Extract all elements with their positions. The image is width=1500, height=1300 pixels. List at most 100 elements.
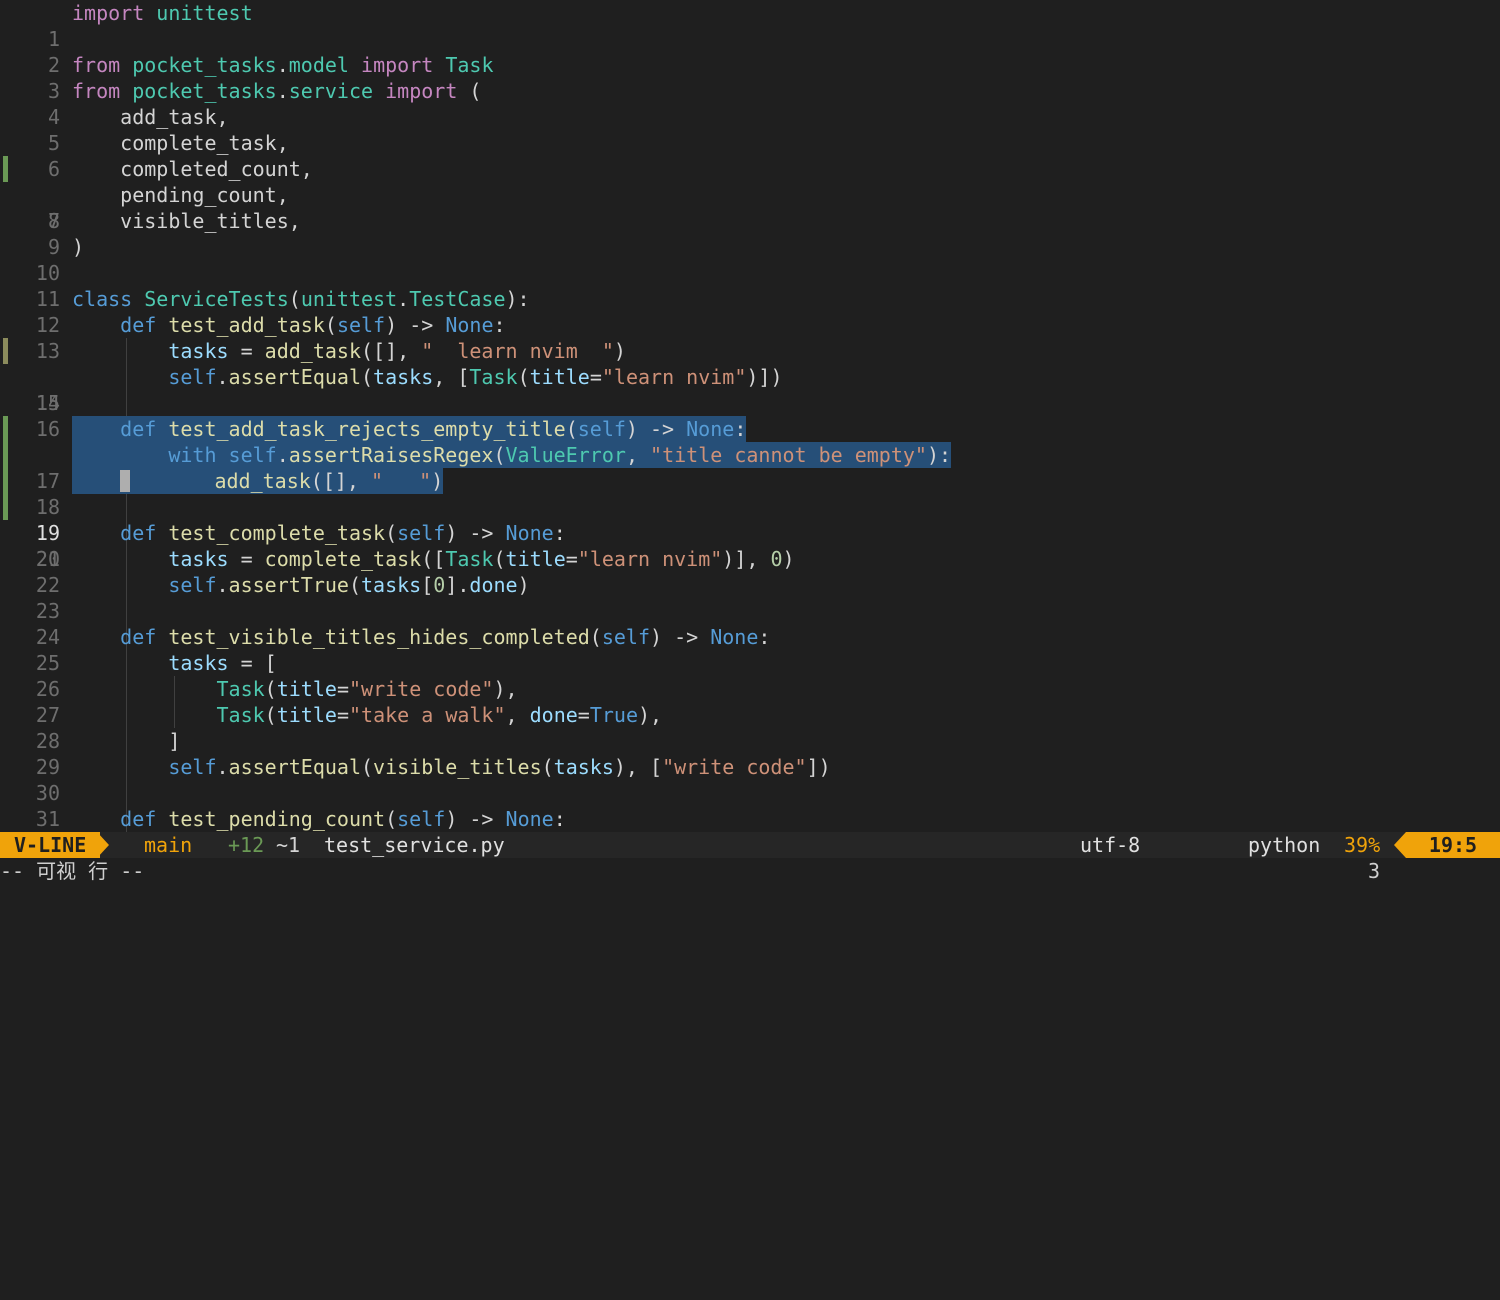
token-class: Task <box>216 677 265 701</box>
code-text[interactable]: tasks = [ <box>72 650 276 676</box>
token-punct: ) -> <box>625 417 675 441</box>
token-function: assertTrue <box>228 573 349 597</box>
mode-separator <box>97 832 109 858</box>
token-keyword: import <box>361 53 434 77</box>
code-line-current[interactable]: 19 add_task([], " ") <box>0 468 1500 545</box>
code-text[interactable]: add_task, <box>72 104 228 130</box>
editor-pane[interactable]: 1 import unittest 2 3 from pocket_tasks.… <box>0 0 1500 832</box>
code-line[interactable]: 27 Task(title="write code"), <box>0 676 1500 727</box>
code-text[interactable]: self.assertTrue(tasks[0].done) <box>72 572 529 598</box>
code-text[interactable]: complete_task, <box>72 130 289 156</box>
code-text[interactable]: ) <box>72 234 84 260</box>
code-line[interactable]: 30 self.assertEqual(visible_titles(tasks… <box>0 754 1500 805</box>
code-text[interactable]: completed_count, <box>72 156 313 182</box>
token-variable: tasks <box>168 651 229 675</box>
token-punct: : <box>553 807 566 831</box>
code-line[interactable]: 2 <box>0 26 1500 77</box>
code-text[interactable]: def test_visible_titles_hides_completed(… <box>72 624 770 650</box>
token-function: test_visible_titles_hides_completed <box>168 625 590 649</box>
token-constant: True <box>589 703 639 727</box>
code-line[interactable]: 4 from pocket_tasks.service import ( <box>0 78 1500 129</box>
git-branch-name[interactable]: main <box>144 832 192 858</box>
code-text[interactable]: self.assertEqual(tasks, [Task(title="lea… <box>72 364 783 390</box>
token-punct: : <box>734 417 747 441</box>
token-punct: ) <box>431 469 444 493</box>
code-text[interactable]: import unittest <box>72 0 253 26</box>
code-line[interactable]: 8 pending_count, <box>0 182 1500 233</box>
code-text[interactable]: def test_complete_task(self) -> None: <box>72 520 566 546</box>
token-kwarg: title <box>529 365 590 389</box>
code-line[interactable]: 12 class ServiceTests(unittest.TestCase)… <box>0 286 1500 337</box>
code-line[interactable]: 24 <box>0 598 1500 649</box>
code-line[interactable]: 9 visible_titles, <box>0 208 1500 259</box>
code-line[interactable]: 14 tasks = add_task([], " learn nvim ") <box>0 338 1500 415</box>
code-line[interactable]: 5 add_task, <box>0 104 1500 155</box>
git-added-sign <box>3 442 8 468</box>
code-text[interactable]: Task(title="take a walk", done=True), <box>72 702 663 728</box>
file-name[interactable]: test_service.py <box>324 832 505 858</box>
code-text[interactable]: visible_titles, <box>72 208 301 234</box>
token-punct: : <box>553 521 566 545</box>
code-line[interactable]: 31 <box>0 780 1500 831</box>
code-line[interactable]: 11 <box>0 260 1500 311</box>
code-text[interactable]: tasks = complete_task([Task(title="learn… <box>72 546 794 572</box>
code-line[interactable]: 15 self.assertEqual(tasks, [Task(title="… <box>0 364 1500 415</box>
token-punct: . <box>276 53 289 77</box>
token-punct: ( <box>324 313 337 337</box>
token-module: pocket_tasks <box>132 53 277 77</box>
code-line[interactable]: 32 def test_pending_count(self) -> None: <box>0 806 1500 832</box>
code-line[interactable]: 28 Task(title="take a walk", done=True), <box>0 702 1500 753</box>
code-text[interactable]: self.assertEqual(visible_titles(tasks), … <box>72 754 831 780</box>
filetype-label: python <box>1248 833 1321 857</box>
code-line[interactable]: 16 <box>0 390 1500 441</box>
visual-selection[interactable]: with self.assertRaisesRegex(ValueError, … <box>72 442 952 468</box>
code-text[interactable]: def test_add_task(self) -> None: <box>72 312 505 338</box>
code-line[interactable]: 22 tasks = complete_task([Task(title="le… <box>0 546 1500 597</box>
code-text[interactable]: from pocket_tasks.model import Task <box>72 52 494 78</box>
code-line[interactable]: 21 def test_complete_task(self) -> None: <box>0 520 1500 571</box>
statusline: V-LINE main +12 ~1 test_service.py utf-8… <box>0 832 1500 883</box>
code-line[interactable]: 6 complete_task, <box>0 130 1500 181</box>
token-self: self <box>228 443 277 467</box>
code-text[interactable]: class ServiceTests(unittest.TestCase): <box>72 286 530 312</box>
token-class: Task <box>445 547 494 571</box>
code-text[interactable]: from pocket_tasks.service import ( <box>72 78 481 104</box>
token-self: self <box>168 365 217 389</box>
code-line[interactable]: 7 completed_count, <box>0 156 1500 233</box>
code-line[interactable]: 29 ] <box>0 728 1500 779</box>
code-line[interactable]: 23 self.assertTrue(tasks[0].done) <box>0 572 1500 623</box>
code-text[interactable]: ] <box>72 728 180 754</box>
token-keyword: class <box>72 287 133 311</box>
token-identifier: complete_task <box>120 131 277 155</box>
token-punct: )]) <box>746 365 783 389</box>
visual-selection[interactable]: def test_add_task_rejects_empty_title(se… <box>72 416 747 442</box>
code-line[interactable]: 10 ) <box>0 234 1500 285</box>
code-text[interactable]: Task(title="write code"), <box>72 676 518 702</box>
token-punct: . <box>276 79 289 103</box>
token-punct: ]) <box>806 755 831 779</box>
token-punct: ([ <box>421 547 446 571</box>
token-keyword: def <box>120 521 157 545</box>
command-line[interactable]: -- 可视 行 -- 3 <box>0 858 1500 885</box>
token-function: assertRaisesRegex <box>288 443 494 467</box>
visual-selection[interactable]: add_task([], " ") <box>72 468 444 494</box>
token-punct: ]. <box>445 573 470 597</box>
code-line[interactable]: 25 def test_visible_titles_hides_complet… <box>0 624 1500 675</box>
code-line[interactable]: 26 tasks = [ <box>0 650 1500 701</box>
code-line-selected[interactable]: 17 def test_add_task_rejects_empty_title… <box>0 416 1500 493</box>
code-text[interactable]: tasks = add_task([], " learn nvim ") <box>72 338 626 364</box>
token-operator: = <box>228 339 265 363</box>
code-line[interactable]: 1 import unittest <box>0 0 1500 51</box>
token-module: unittest <box>300 287 398 311</box>
token-punct: ( <box>541 755 554 779</box>
code-text[interactable]: pending_count, <box>72 182 289 208</box>
code-text[interactable]: def test_pending_count(self) -> None: <box>72 806 566 832</box>
token-operator: = <box>336 703 349 727</box>
token-punct: ( <box>385 521 398 545</box>
token-self: self <box>397 521 446 545</box>
code-line[interactable]: 20 <box>0 494 1500 571</box>
code-line-selected[interactable]: 18 with self.assertRaisesRegex(ValueErro… <box>0 442 1500 519</box>
code-line[interactable]: 3 from pocket_tasks.model import Task <box>0 52 1500 103</box>
token-function: add_task <box>214 469 311 493</box>
code-line[interactable]: 13 def test_add_task(self) -> None: <box>0 312 1500 363</box>
